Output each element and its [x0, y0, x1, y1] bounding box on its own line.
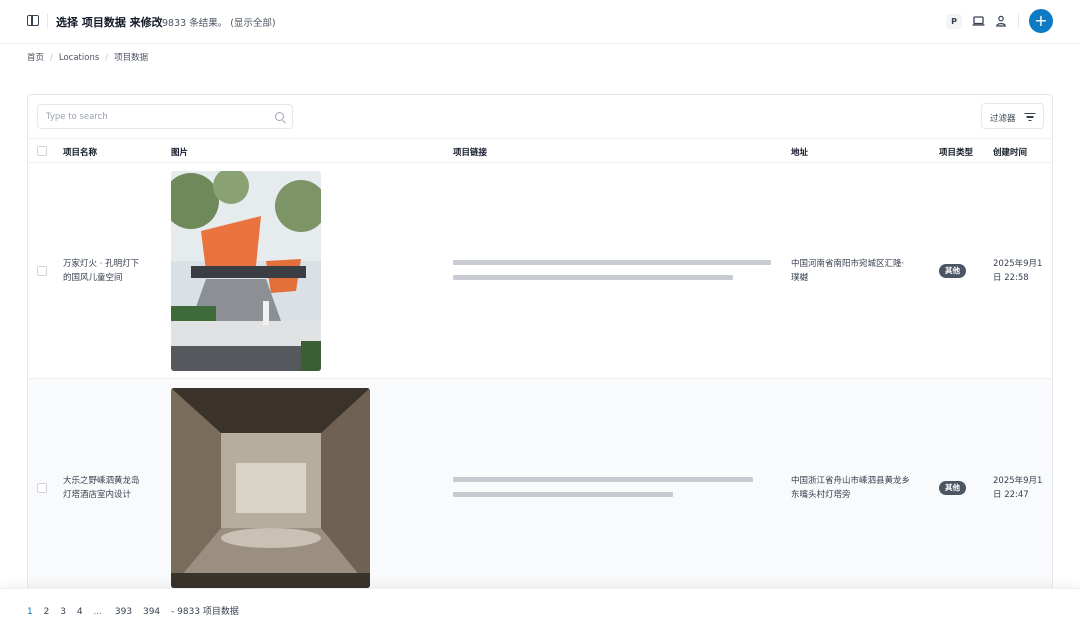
column-header-name[interactable]: 项目名称: [63, 146, 97, 158]
created-time: 2025年9月1 日 22:58: [993, 257, 1052, 285]
search-placeholder: Type to search: [46, 112, 108, 122]
project-name-line: 万家灯火 · 孔明灯下: [63, 259, 140, 269]
address-line: 璞樾: [791, 273, 809, 283]
column-header-link[interactable]: 项目链接: [453, 146, 487, 158]
search-input[interactable]: Type to search: [37, 104, 293, 129]
result-count[interactable]: 9833 条结果。 (显示全部): [162, 15, 276, 29]
page-title: 选择 项目数据 来修改: [56, 16, 163, 29]
pagination-footer: 1 2 3 4 ... 393 394 - 9833 项目数据: [0, 588, 1080, 631]
created-time-line: 日 22:58: [993, 273, 1029, 283]
table-row[interactable]: 大乐之野嵊泗黄龙岛 灯塔酒店室内设计 中国浙江省舟山市嵊泗县黄龙乡 东嘴头村灯塔…: [28, 379, 1052, 613]
profile-badge[interactable]: P: [946, 14, 962, 29]
page-link-394[interactable]: 394: [143, 607, 160, 617]
laptop-icon[interactable]: [972, 15, 985, 27]
row-checkbox[interactable]: [37, 483, 47, 493]
address-line: 东嘴头村灯塔旁: [791, 490, 851, 500]
project-name-line: 灯塔酒店室内设计: [63, 490, 132, 500]
breadcrumb: 首页 / Locations / 项目数据: [27, 51, 148, 63]
project-link[interactable]: [453, 257, 773, 289]
add-record-button[interactable]: +: [1029, 9, 1053, 33]
type-badge: 其他: [939, 264, 966, 278]
breadcrumb-home[interactable]: 首页: [27, 53, 44, 63]
address: 中国浙江省舟山市嵊泗县黄龙乡 东嘴头村灯塔旁: [791, 474, 931, 502]
project-name[interactable]: 大乐之野嵊泗黄龙岛 灯塔酒店室内设计: [63, 474, 158, 502]
page-link-4[interactable]: 4: [77, 607, 83, 617]
breadcrumb-locations[interactable]: Locations: [59, 53, 99, 63]
header-divider-right: [1018, 14, 1019, 28]
project-name-line: 大乐之野嵊泗黄龙岛: [63, 476, 140, 486]
created-time-line: 2025年9月1: [993, 259, 1043, 269]
project-image[interactable]: [171, 171, 321, 371]
table-header: 项目名称 图片 项目链接 地址 项目类型 创建时间: [28, 138, 1052, 163]
pagination: 1 2 3 4 ... 393 394 - 9833 项目数据: [27, 604, 239, 617]
page-link-3[interactable]: 3: [60, 607, 66, 617]
column-header-image[interactable]: 图片: [171, 146, 188, 158]
search-icon: [275, 112, 284, 121]
results-card: Type to search 过滤器 项目名称 图片 项目链接 地址 项目类型 …: [27, 94, 1053, 614]
project-image[interactable]: [171, 388, 370, 588]
top-header: 选择 项目数据 来修改 9833 条结果。 (显示全部) P +: [0, 0, 1080, 44]
page-link-1[interactable]: 1: [27, 607, 33, 617]
address-line: 中国浙江省舟山市嵊泗县黄龙乡: [791, 476, 911, 486]
page-link-2[interactable]: 2: [44, 607, 50, 617]
created-time-line: 日 22:47: [993, 490, 1029, 500]
address-line: 中国河南省南阳市宛城区汇隆·: [791, 259, 905, 269]
address: 中国河南省南阳市宛城区汇隆· 璞樾: [791, 257, 931, 285]
created-time: 2025年9月1 日 22:47: [993, 474, 1052, 502]
project-name[interactable]: 万家灯火 · 孔明灯下 的国风儿童空间: [63, 257, 158, 285]
column-header-address[interactable]: 地址: [791, 146, 808, 158]
table-row[interactable]: 万家灯火 · 孔明灯下 的国风儿童空间 中国河南省南阳市宛城区汇隆· 璞樾 其他…: [28, 163, 1052, 379]
header-divider: [47, 14, 48, 28]
pagination-ellipsis: ...: [93, 607, 103, 617]
breadcrumb-current: 项目数据: [114, 53, 149, 63]
filter-label: 过滤器: [990, 114, 1016, 124]
filter-icon: [1024, 113, 1035, 121]
sidebar-toggle-icon[interactable]: [27, 15, 39, 26]
project-name-line: 的国风儿童空间: [63, 273, 123, 283]
page-link-393[interactable]: 393: [115, 607, 132, 617]
pagination-summary: - 9833 项目数据: [171, 607, 239, 617]
project-link[interactable]: [453, 474, 773, 506]
created-time-line: 2025年9月1: [993, 476, 1043, 486]
filter-button[interactable]: 过滤器: [981, 103, 1044, 129]
select-all-checkbox[interactable]: [37, 146, 47, 156]
row-checkbox[interactable]: [37, 266, 47, 276]
column-header-created[interactable]: 创建时间: [993, 146, 1027, 158]
breadcrumb-separator: /: [105, 53, 109, 63]
breadcrumb-separator: /: [50, 53, 53, 63]
column-header-type[interactable]: 项目类型: [939, 146, 973, 158]
user-icon[interactable]: [995, 15, 1007, 27]
type-badge: 其他: [939, 481, 966, 495]
